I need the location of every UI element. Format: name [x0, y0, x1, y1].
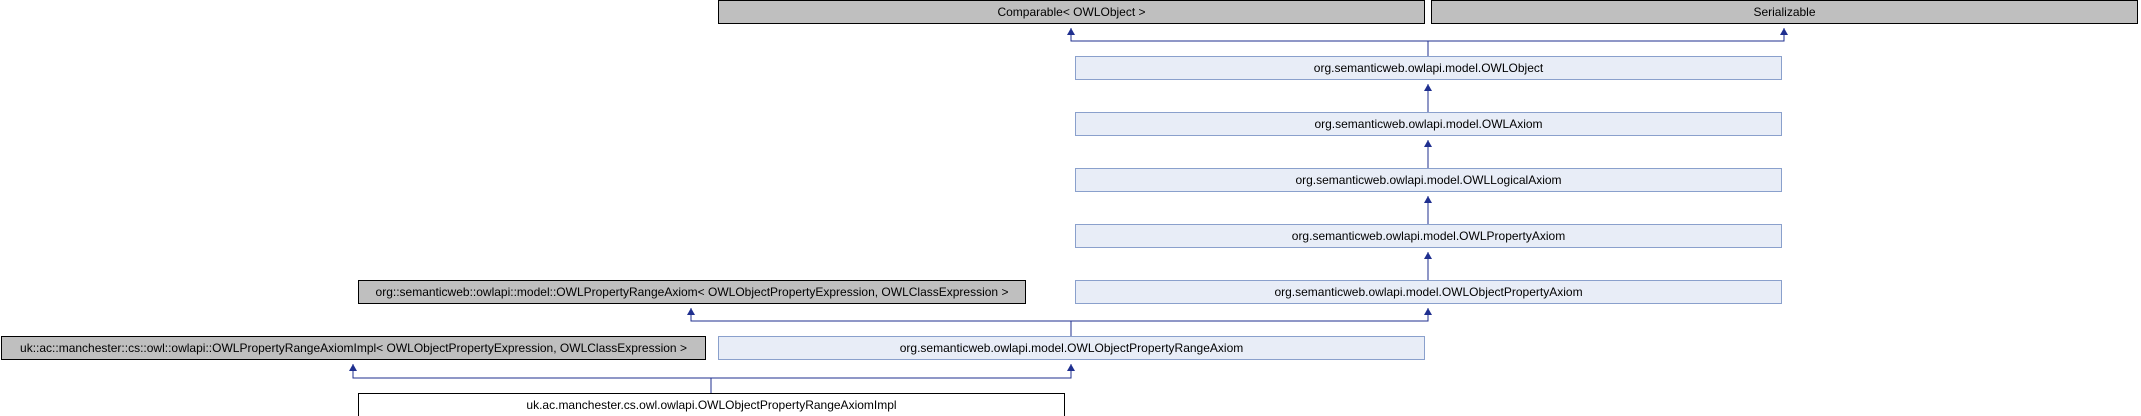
nodes-layer: Comparable< OWLObject > Serializable org.s… [1, 0, 2138, 416]
class-label-impl: uk.ac.manchester.cs.owl.owlapi.OWLObject… [526, 398, 896, 412]
inheritance-diagram: Comparable< OWLObject > Serializable org.s… [1, 0, 2138, 416]
class-node-owllogicalaxiom[interactable]: org.semanticweb.owlapi.model.OWLLogicalA… [1075, 168, 1782, 192]
arrowhead-serializable [1780, 28, 1788, 35]
class-label-rangeaxiomimpl_tmpl: uk::ac::manchester::cs::owl::owlapi::OWL… [20, 341, 687, 355]
class-label-propertyrangeaxiom_tmpl: org::semanticweb::owlapi::model::OWLProp… [376, 285, 1009, 299]
class-label-comparable: Comparable< OWLObject > [997, 5, 1145, 19]
arrowhead-owlobject [1424, 84, 1432, 91]
class-label-owllogicalaxiom: org.semanticweb.owlapi.model.OWLLogicalA… [1295, 173, 1561, 187]
inheritance-edge-impl-to-owlobjectpropertyrangeaxiom [710, 364, 1072, 393]
class-label-owlaxiom: org.semanticweb.owlapi.model.OWLAxiom [1314, 117, 1542, 131]
inheritance-edge-owlobject-to-serializable [1427, 28, 1785, 56]
arrowhead-owlobjectpropertyrangeaxiom [1067, 364, 1075, 371]
arrowhead-owlaxiom [1424, 140, 1432, 147]
class-node-rangeaxiomimpl_tmpl: uk::ac::manchester::cs::owl::owlapi::OWL… [1, 336, 706, 360]
class-label-serializable: Serializable [1753, 5, 1815, 19]
class-node-owlobjectpropertyrangeaxiom[interactable]: org.semanticweb.owlapi.model.OWLObjectPr… [718, 336, 1425, 360]
class-node-serializable: Serializable [1431, 0, 2138, 24]
class-node-owlaxiom[interactable]: org.semanticweb.owlapi.model.OWLAxiom [1075, 112, 1782, 136]
arrowhead-rangeaxiomimpl_tmpl [349, 364, 357, 371]
inheritance-edge-owlobjectpropertyrangeaxiom-to-propertyrangeaxiom_tmpl [690, 308, 1072, 336]
arrowhead-owlobjectpropertyaxiom [1424, 308, 1432, 315]
class-node-owlobjectpropertyaxiom[interactable]: org.semanticweb.owlapi.model.OWLObjectPr… [1075, 280, 1782, 304]
class-label-owlobject: org.semanticweb.owlapi.model.OWLObject [1314, 61, 1544, 75]
inheritance-edge-owlobjectpropertyrangeaxiom-to-owlobjectpropertyaxiom [1070, 308, 1429, 336]
arrowhead-owllogicalaxiom [1424, 196, 1432, 203]
class-node-owlpropertyaxiom[interactable]: org.semanticweb.owlapi.model.OWLProperty… [1075, 224, 1782, 248]
class-node-owlobject[interactable]: org.semanticweb.owlapi.model.OWLObject [1075, 56, 1782, 80]
class-label-owlobjectpropertyaxiom: org.semanticweb.owlapi.model.OWLObjectPr… [1274, 285, 1582, 299]
class-node-impl[interactable]: uk.ac.manchester.cs.owl.owlapi.OWLObject… [358, 393, 1065, 416]
inheritance-edge-owlobject-to-comparable [1070, 28, 1429, 56]
class-label-owlpropertyaxiom: org.semanticweb.owlapi.model.OWLProperty… [1292, 229, 1565, 243]
class-label-owlobjectpropertyrangeaxiom: org.semanticweb.owlapi.model.OWLObjectPr… [900, 341, 1243, 355]
class-node-comparable: Comparable< OWLObject > [718, 0, 1425, 24]
arrowhead-propertyrangeaxiom_tmpl [687, 308, 695, 315]
arrowhead-owlpropertyaxiom [1424, 252, 1432, 259]
class-node-propertyrangeaxiom_tmpl: org::semanticweb::owlapi::model::OWLProp… [358, 280, 1026, 304]
arrowhead-comparable [1067, 28, 1075, 35]
inheritance-edge-impl-to-rangeaxiomimpl_tmpl [352, 364, 712, 393]
